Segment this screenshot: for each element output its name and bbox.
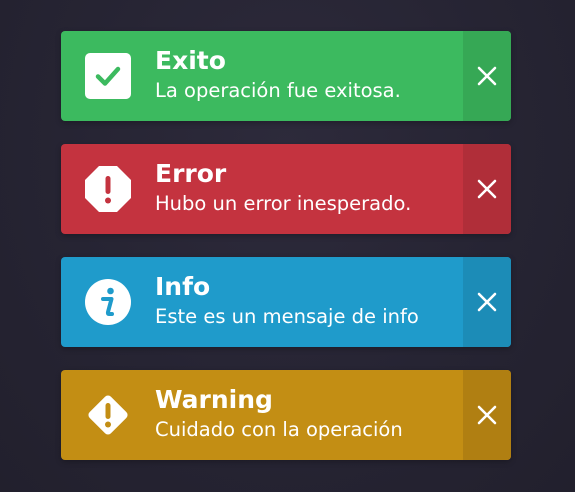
- toast-success-body: Exito La operación fue exitosa.: [155, 31, 463, 121]
- toast-error-close-button[interactable]: [463, 144, 511, 234]
- toast-error-icon-wrap: [61, 144, 155, 234]
- toast-info-close-button[interactable]: [463, 257, 511, 347]
- toast-stack: Exito La operación fue exitosa. Error Hu…: [61, 31, 511, 483]
- close-icon: [477, 179, 497, 199]
- toast-info-body: Info Este es un mensaje de info: [155, 257, 463, 347]
- toast-warning-body: Warning Cuidado con la operación: [155, 370, 463, 460]
- toast-warning-close-button[interactable]: [463, 370, 511, 460]
- toast-warning: Warning Cuidado con la operación: [61, 370, 511, 460]
- close-icon: [477, 292, 497, 312]
- check-icon: [85, 53, 131, 99]
- warning-diamond-icon: [88, 395, 128, 435]
- toast-success: Exito La operación fue exitosa.: [61, 31, 511, 121]
- toast-success-message: La operación fue exitosa.: [155, 79, 401, 102]
- toast-info-icon-wrap: [61, 257, 155, 347]
- toast-error-title: Error: [155, 159, 227, 188]
- alert-octagon-icon: [85, 166, 131, 212]
- toast-success-icon-wrap: [61, 31, 155, 121]
- info-circle-icon: [85, 279, 131, 325]
- toast-warning-title: Warning: [155, 385, 273, 414]
- toast-warning-message: Cuidado con la operación: [155, 418, 403, 441]
- close-icon: [477, 66, 497, 86]
- toast-success-title: Exito: [155, 46, 226, 75]
- toast-error-body: Error Hubo un error inesperado.: [155, 144, 463, 234]
- toast-info: Info Este es un mensaje de info: [61, 257, 511, 347]
- close-icon: [477, 405, 497, 425]
- toast-success-close-button[interactable]: [463, 31, 511, 121]
- toast-error-message: Hubo un error inesperado.: [155, 192, 412, 215]
- toast-info-message: Este es un mensaje de info: [155, 305, 419, 328]
- toast-warning-icon-wrap: [61, 370, 155, 460]
- toast-info-title: Info: [155, 272, 211, 301]
- toast-error: Error Hubo un error inesperado.: [61, 144, 511, 234]
